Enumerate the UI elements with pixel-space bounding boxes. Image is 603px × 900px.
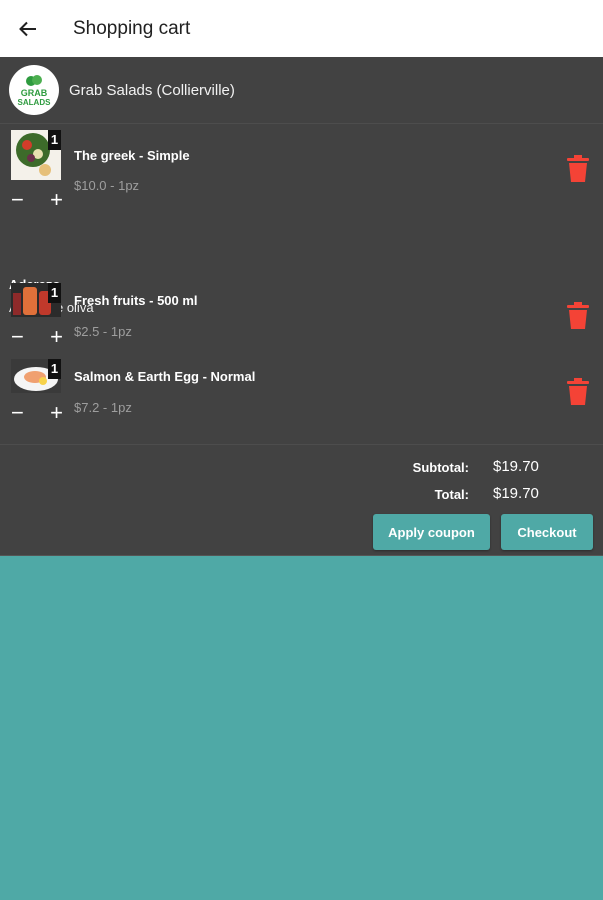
store-logo: GRAB SALADS — [9, 65, 59, 115]
item-quantity-badge: 1 — [48, 283, 61, 303]
quantity-stepper: − + — [11, 402, 63, 424]
back-arrow-icon[interactable] — [16, 17, 40, 41]
summary-divider — [0, 444, 603, 445]
store-name: Grab Salads (Collierville) — [69, 81, 235, 99]
item-name: The greek - Simple — [74, 148, 190, 163]
subtotal-label: Subtotal: — [412, 460, 469, 475]
delete-item-icon[interactable] — [566, 302, 590, 330]
delete-item-icon[interactable] — [566, 155, 590, 183]
cart-card: GRAB SALADS Grab Salads (Collierville) 1… — [0, 57, 603, 556]
item-name: Fresh fruits - 500 ml — [74, 293, 198, 308]
increase-quantity-button[interactable]: + — [50, 189, 63, 211]
total-label: Total: — [434, 487, 469, 502]
apply-coupon-button[interactable]: Apply coupon — [373, 514, 490, 550]
checkout-button[interactable]: Checkout — [501, 514, 593, 550]
page-title: Shopping cart — [73, 17, 191, 39]
item-image: 1 — [11, 283, 61, 317]
item-image: 1 — [11, 130, 61, 180]
item-price: $2.5 - 1pz — [74, 324, 132, 339]
item-quantity-badge: 1 — [48, 359, 61, 379]
salad-leaf-icon — [26, 74, 42, 86]
item-thumbnail-wrap: 1 − + — [11, 130, 63, 211]
increase-quantity-button[interactable]: + — [50, 326, 63, 348]
item-quantity-badge: 1 — [48, 130, 61, 150]
quantity-stepper: − + — [11, 326, 63, 348]
item-price: $7.2 - 1pz — [74, 400, 132, 415]
decrease-quantity-button[interactable]: − — [11, 189, 24, 211]
logo-text-line1: GRAB — [20, 87, 48, 98]
item-image: 1 — [11, 359, 61, 393]
store-header: GRAB SALADS Grab Salads (Collierville) — [0, 57, 603, 124]
item-thumbnail-wrap: 1 − + — [11, 359, 63, 424]
decrease-quantity-button[interactable]: − — [11, 402, 24, 424]
logo-text-line2: SALADS — [17, 97, 51, 107]
delete-item-icon[interactable] — [566, 378, 590, 406]
item-thumbnail-wrap: 1 − + — [11, 283, 63, 348]
item-name: Salmon & Earth Egg - Normal — [74, 369, 256, 384]
app-bar: Shopping cart — [0, 0, 603, 57]
decrease-quantity-button[interactable]: − — [11, 326, 24, 348]
item-price: $10.0 - 1pz — [74, 178, 140, 193]
quantity-stepper: − + — [11, 189, 63, 211]
total-value: $19.70 — [493, 485, 539, 502]
increase-quantity-button[interactable]: + — [50, 402, 63, 424]
subtotal-value: $19.70 — [493, 458, 539, 475]
